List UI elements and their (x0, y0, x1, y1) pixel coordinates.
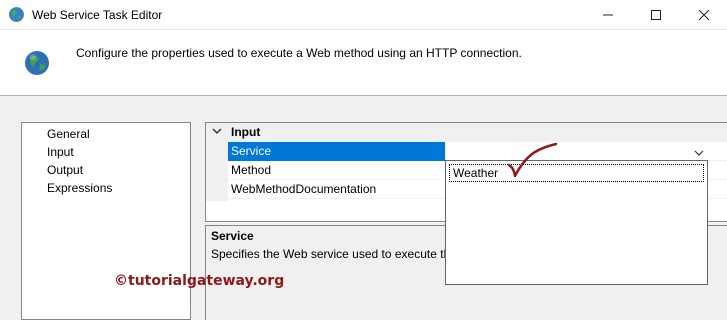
watermark: ©tutorialgateway.org (114, 273, 285, 289)
help-text: Specifies the Web service used to execut… (211, 247, 457, 261)
nav-item-general[interactable]: General (47, 126, 90, 142)
help-title: Service (211, 229, 254, 243)
property-value-service[interactable] (447, 142, 727, 161)
close-button[interactable] (681, 0, 727, 30)
nav-item-expressions[interactable]: Expressions (47, 180, 112, 196)
header-banner: Configure the properties used to execute… (0, 30, 727, 96)
chevron-down-icon[interactable] (212, 126, 222, 136)
chevron-down-icon (694, 150, 703, 156)
page-nav-list: General Input Output Expressions (21, 122, 191, 320)
grid-gutter (206, 142, 228, 201)
title-bar: Web Service Task Editor (0, 0, 727, 30)
property-name-service[interactable]: Service (228, 142, 446, 161)
service-dropdown-list[interactable]: Weather (445, 160, 708, 285)
category-label: Input (231, 125, 261, 139)
dropdown-option-weather[interactable]: Weather (449, 164, 704, 182)
property-name-webmethoddocumentation[interactable]: WebMethodDocumentation (228, 180, 446, 199)
nav-item-output[interactable]: Output (47, 162, 83, 178)
category-row-input[interactable]: Input (206, 123, 727, 142)
property-name-method[interactable]: Method (228, 161, 446, 180)
nav-item-input[interactable]: Input (47, 144, 74, 160)
globe-icon (25, 51, 49, 75)
globe-icon (9, 7, 24, 22)
close-icon (699, 10, 709, 20)
property-row-service[interactable]: Service (228, 142, 727, 161)
maximize-icon (651, 10, 661, 20)
window-title: Web Service Task Editor (32, 8, 163, 22)
maximize-button[interactable] (633, 0, 679, 30)
minimize-button[interactable] (585, 0, 631, 30)
header-description: Configure the properties used to execute… (76, 46, 522, 60)
minimize-icon (603, 14, 613, 16)
checkmark-icon (507, 142, 558, 178)
